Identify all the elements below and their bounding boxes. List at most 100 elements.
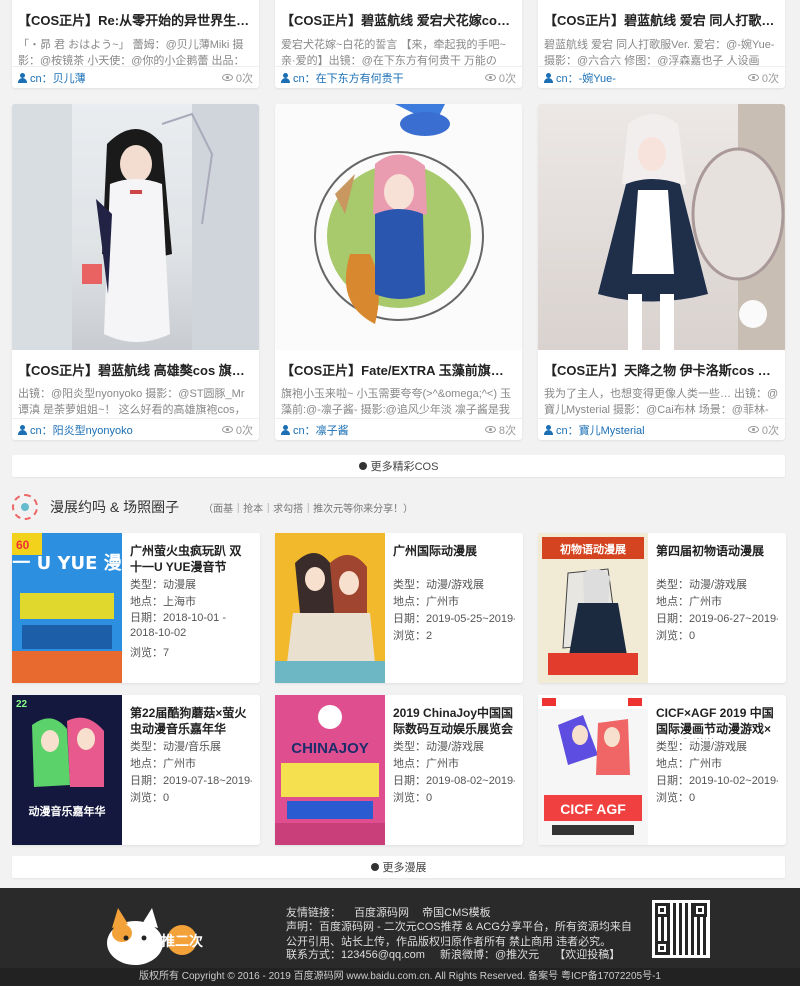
section-header: 漫展约吗 & 场照圈子 （面基｜抢本｜求勾搭｜推次元等你来分享！） bbox=[12, 494, 413, 520]
event-views: 浏览：0 bbox=[656, 630, 696, 642]
card-author[interactable]: cn：寶儿Mysterial bbox=[544, 422, 645, 438]
card-author[interactable]: cn：在下东方有何贵干 bbox=[281, 70, 404, 86]
card-author[interactable]: cn：贝儿薄 bbox=[18, 70, 86, 86]
event-poster[interactable] bbox=[275, 533, 385, 683]
eye-icon bbox=[747, 426, 759, 433]
more-events-label: 更多漫展 bbox=[382, 862, 427, 874]
event-date: 日期：2019-05-25~2019-05-26 bbox=[393, 613, 515, 625]
qr-code bbox=[652, 900, 710, 958]
user-icon bbox=[18, 72, 27, 83]
card-title[interactable]: 【COS正片】碧蓝航线 高雄獒cos 旗袍 春日习字… bbox=[12, 360, 259, 379]
event-place: 地点：广州市 bbox=[656, 596, 722, 608]
footer-link[interactable]: 百度源码网 bbox=[354, 907, 409, 919]
cos-card[interactable]: 【COS正片】碧蓝航线 爱宕犬花嫁cos 白花的誓… 爱宕犬花嫁~白花的誓言 【… bbox=[275, 0, 522, 88]
submit-link[interactable]: 【欢迎投稿】 bbox=[554, 949, 620, 961]
user-icon bbox=[281, 424, 290, 435]
card-views: 0次 bbox=[221, 70, 253, 86]
event-place: 地点：广州市 bbox=[656, 758, 722, 770]
card-title[interactable]: 【COS正片】Re:从零开始的异世界生活 蕾姆睡… bbox=[12, 10, 259, 29]
cosplay-photo bbox=[12, 104, 259, 350]
card-desc: 「・昴 君 おはよう~」 蕾姆：@贝儿薄Miki 摄影：@桉镜茶 小天使：@你的… bbox=[18, 39, 245, 67]
card-meta: cn：在下东方有何贵干 0次 bbox=[275, 66, 522, 88]
friend-links: 友情链接： 百度源码网 帝国CMS模板 bbox=[286, 904, 501, 920]
event-title[interactable]: 第22届酷狗蘑菇×萤火虫动漫音乐嘉年华 bbox=[130, 705, 252, 739]
event-date: 日期：2019-06-27~2019-06-28 bbox=[656, 613, 778, 625]
cos-card[interactable]: 【COS正片】碧蓝航线 爱宕 同人打歌服cos CN… 碧蓝航线 爱宕 同人打歌… bbox=[538, 0, 785, 88]
contact-weibo[interactable]: 新浪微博：@推次元 bbox=[440, 949, 539, 961]
poster-headline: 双十一 U YUE 漫音节 bbox=[12, 552, 122, 574]
event-date: 日期：2019-08-02~2019-08-05 bbox=[393, 775, 515, 787]
more-cos-button[interactable]: 更多精彩COS bbox=[12, 455, 785, 477]
links-label: 友情链接： bbox=[286, 907, 341, 919]
eye-icon bbox=[221, 74, 233, 81]
mascot-text: 推二次 bbox=[161, 933, 203, 950]
event-card[interactable]: 初物语动漫展 第四届初物语动漫展 类型：动漫/游戏展 地点：广州市 日期：201… bbox=[538, 533, 786, 683]
card-thumbnail[interactable] bbox=[538, 104, 785, 350]
poster-headline: 动漫音乐嘉年华 bbox=[29, 804, 106, 818]
eye-icon bbox=[484, 426, 496, 433]
event-date: 日期：2019-07-18~2019-07-21 bbox=[130, 775, 252, 787]
user-icon bbox=[18, 424, 27, 435]
card-thumbnail[interactable] bbox=[12, 104, 259, 350]
card-title[interactable]: 【COS正片】碧蓝航线 爱宕 同人打歌服cos CN… bbox=[538, 10, 785, 29]
card-desc: 我为了主人，也想变得更像人类一些… 出镜：@寶儿Mysterial 摄影：@Ca… bbox=[544, 388, 779, 416]
event-date: 日期：2019-10-02~2019-10-06 bbox=[656, 775, 778, 787]
event-title[interactable]: CICF×AGF 2019 中国国际漫画节动漫游戏×玩出名堂游 bbox=[656, 705, 778, 739]
card-views: 0次 bbox=[484, 70, 516, 86]
card-author[interactable]: cn：阳炎型nyonyoko bbox=[18, 422, 133, 438]
event-poster-image: CHINAJOY bbox=[275, 695, 385, 845]
card-thumbnail[interactable] bbox=[275, 104, 522, 350]
cosplay-photo bbox=[314, 104, 484, 324]
card-title[interactable]: 【COS正片】碧蓝航线 爱宕犬花嫁cos 白花的誓… bbox=[275, 10, 522, 29]
svg-text:60: 60 bbox=[16, 538, 30, 552]
eye-icon bbox=[484, 74, 496, 81]
section-subtitle: （面基｜抢本｜求勾搭｜推次元等你来分享！） bbox=[203, 503, 414, 515]
poster-headline: CHINAJOY bbox=[291, 740, 369, 757]
event-type: 类型：动漫/游戏展 bbox=[656, 579, 748, 591]
paw-icon bbox=[370, 863, 379, 871]
footer-link[interactable]: 帝国CMS模板 bbox=[422, 907, 490, 919]
event-title[interactable]: 2019 ChinaJoy中国国际数码互动娱乐展览会 bbox=[393, 705, 515, 739]
event-title[interactable]: 广州国际动漫展 bbox=[393, 543, 515, 577]
contact-email: 联系方式：123456@qq.com bbox=[286, 949, 425, 961]
card-author[interactable]: cn：-婉Yue- bbox=[544, 70, 616, 86]
card-meta: cn：凛子酱 8次 bbox=[275, 418, 522, 440]
event-place: 地点：广州市 bbox=[393, 758, 459, 770]
event-card[interactable]: 22 动漫音乐嘉年华 第22届酷狗蘑菇×萤火虫动漫音乐嘉年华 类型：动漫/音乐展… bbox=[12, 695, 260, 845]
cos-card[interactable]: 【COS正片】Fate/EXTRA 玉藻前旗袍cos CN… 旗袍小玉来啦~ 小… bbox=[275, 104, 522, 440]
card-author[interactable]: cn：凛子酱 bbox=[281, 422, 349, 438]
event-card[interactable]: 60 双十一 U YUE 漫音节 广州萤火虫疯玩趴 双十一U YUE漫音节 类型… bbox=[12, 533, 260, 683]
section-logo-icon bbox=[12, 494, 38, 520]
event-card[interactable]: CICF AGF CICF×AGF 2019 中国国际漫画节动漫游戏×玩出名堂游… bbox=[538, 695, 786, 845]
event-poster[interactable]: CICF AGF bbox=[538, 695, 648, 845]
cos-card[interactable]: 【COS正片】天降之物 伊卡洛斯cos 可爱日常服 … 我为了主人，也想变得更像… bbox=[538, 104, 785, 440]
event-title[interactable]: 第四届初物语动漫展 bbox=[656, 543, 778, 577]
event-poster-image bbox=[275, 533, 385, 683]
cos-card[interactable]: 【COS正片】碧蓝航线 高雄獒cos 旗袍 春日习字… 出镜：@阳炎型nyony… bbox=[12, 104, 259, 440]
user-icon bbox=[544, 424, 553, 435]
event-card[interactable]: CHINAJOY 2019 ChinaJoy中国国际数码互动娱乐展览会 类型：动… bbox=[275, 695, 523, 845]
section-title: 漫展约吗 & 场照圈子 bbox=[50, 499, 180, 515]
more-events-button[interactable]: 更多漫展 bbox=[12, 856, 785, 878]
event-poster[interactable]: 22 动漫音乐嘉年华 bbox=[12, 695, 122, 845]
card-views: 0次 bbox=[747, 70, 779, 86]
card-meta: cn：寶儿Mysterial 0次 bbox=[538, 418, 785, 440]
event-views: 浏览：2 bbox=[393, 630, 433, 642]
card-meta: cn：贝儿薄 0次 bbox=[12, 66, 259, 88]
card-title[interactable]: 【COS正片】Fate/EXTRA 玉藻前旗袍cos CN… bbox=[275, 360, 522, 379]
user-icon bbox=[281, 72, 290, 83]
event-poster[interactable]: 60 双十一 U YUE 漫音节 bbox=[12, 533, 122, 683]
cosplay-photo bbox=[598, 104, 785, 350]
event-type: 类型：动漫/游戏展 bbox=[656, 741, 748, 753]
cos-card[interactable]: 【COS正片】Re:从零开始的异世界生活 蕾姆睡… 「・昴 君 おはよう~」 蕾… bbox=[12, 0, 259, 88]
event-title[interactable]: 广州萤火虫疯玩趴 双十一U YUE漫音节 bbox=[130, 543, 252, 577]
footer: 推二次 友情链接： 百度源码网 帝国CMS模板 声明：百度源码网 - 二次元CO… bbox=[0, 888, 800, 986]
user-icon bbox=[544, 72, 553, 83]
event-poster[interactable]: 初物语动漫展 bbox=[538, 533, 648, 683]
event-poster[interactable]: CHINAJOY bbox=[275, 695, 385, 845]
card-views: 8次 bbox=[484, 422, 516, 438]
event-card[interactable]: 广州国际动漫展 类型：动漫/游戏展 地点：广州市 日期：2019-05-25~2… bbox=[275, 533, 523, 683]
event-place: 地点：上海市 bbox=[130, 596, 196, 608]
event-type: 类型：动漫/音乐展 bbox=[130, 741, 222, 753]
card-title[interactable]: 【COS正片】天降之物 伊卡洛斯cos 可爱日常服 … bbox=[538, 360, 785, 379]
